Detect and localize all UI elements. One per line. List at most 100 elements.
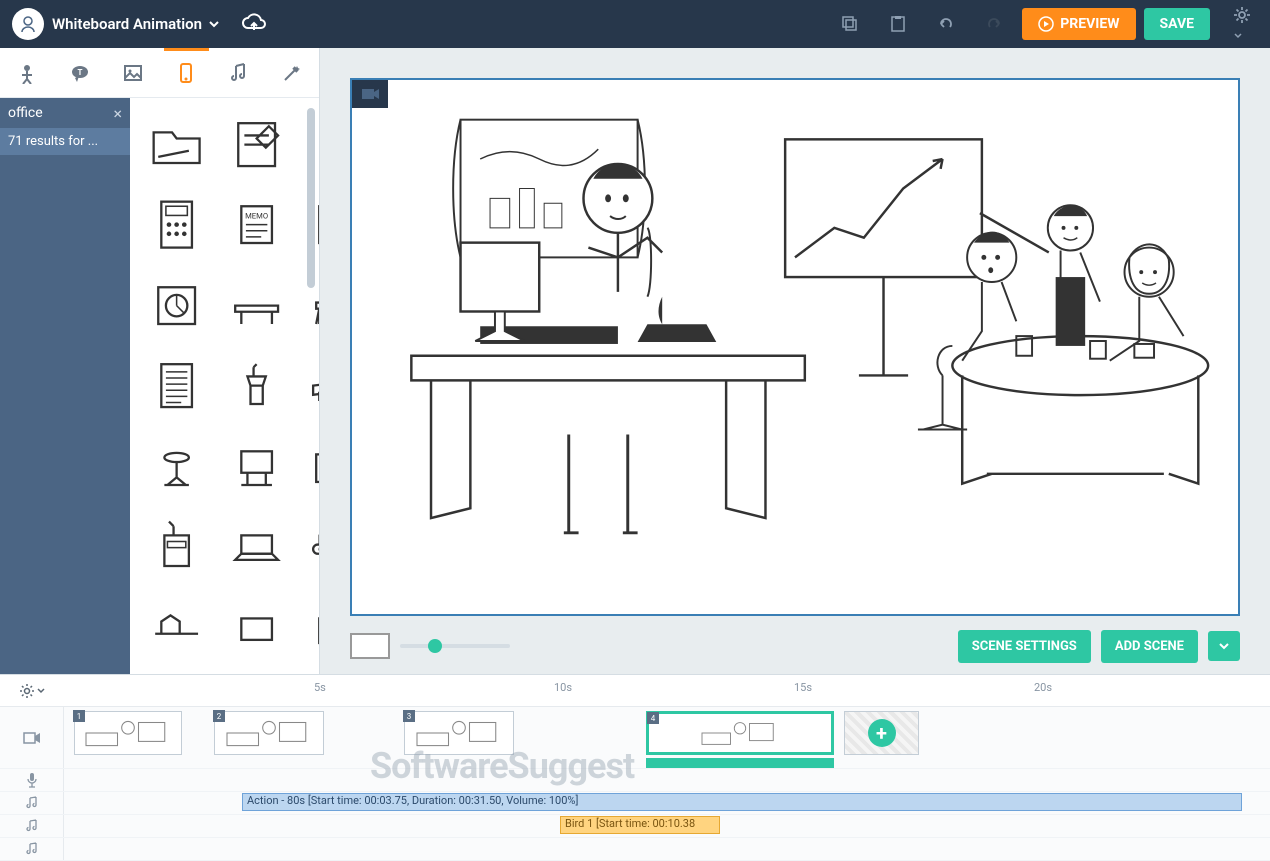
zoom-slider[interactable] [400, 644, 510, 648]
add-scene-button[interactable]: ADD SCENE [1101, 630, 1198, 663]
project-title-text: Whiteboard Animation [52, 15, 202, 33]
canvas[interactable] [350, 78, 1240, 616]
prop-office-chair[interactable] [138, 428, 215, 505]
ruler-tick: 15s [794, 681, 812, 694]
scene-number: 1 [73, 710, 85, 722]
save-button[interactable]: SAVE [1144, 8, 1211, 40]
preview-button[interactable]: PREVIEW [1022, 8, 1135, 40]
app-logo [12, 8, 44, 40]
tab-effects[interactable] [266, 48, 319, 97]
gear-icon [1232, 5, 1252, 25]
audio-clip-action[interactable]: Action - 80s [Start time: 00:03.75, Dura… [242, 793, 1242, 811]
prop-folder[interactable] [138, 106, 215, 183]
timeline-row-music-2: Bird 1 [Start time: 00:10.38 [0, 815, 1270, 838]
play-icon [1038, 16, 1054, 32]
prop-bench[interactable] [299, 348, 319, 425]
props-grid[interactable]: MEMO [130, 98, 319, 674]
redo-button[interactable] [974, 0, 1014, 48]
add-scene-dropdown[interactable] [1208, 631, 1240, 661]
tab-characters[interactable] [0, 48, 53, 97]
prop-misc-1[interactable] [138, 589, 215, 666]
app-header: Whiteboard Animation PREVIEW SAVE [0, 0, 1270, 48]
settings-button[interactable] [1226, 0, 1258, 50]
scene-number: 3 [403, 710, 415, 722]
props-scrollbar[interactable] [307, 108, 315, 288]
tool-tabs: T [0, 48, 319, 98]
project-title-dropdown[interactable]: Whiteboard Animation [52, 15, 220, 33]
timeline-row-voiceover [0, 769, 1270, 792]
scene-clip[interactable]: 2 [214, 711, 324, 755]
scene-artwork [352, 80, 1238, 592]
scene-number: 2 [213, 710, 225, 722]
scene-clip[interactable]: 3 [404, 711, 514, 755]
left-sidebar: T office × 71 results for ... [0, 48, 320, 674]
search-column: office × 71 results for ... [0, 98, 130, 674]
timeline-ruler[interactable]: 5s 10s 15s 20s [64, 675, 1270, 707]
chevron-down-icon [208, 18, 220, 30]
timeline-row-scenes: 1 2 3 4 + [0, 707, 1270, 769]
prop-conveyor[interactable] [299, 509, 319, 586]
tab-text[interactable]: T [53, 48, 106, 97]
add-scene-plus-icon[interactable]: + [868, 719, 896, 747]
ruler-tick: 5s [314, 681, 326, 694]
search-field[interactable]: office × [0, 98, 130, 128]
music-track-3[interactable] [64, 838, 1270, 860]
prop-document[interactable] [138, 348, 215, 425]
prop-memo[interactable]: MEMO [219, 187, 296, 264]
prop-tv-stand[interactable] [219, 428, 296, 505]
undo-button[interactable] [926, 0, 966, 48]
prop-laptop[interactable] [219, 509, 296, 586]
copy-button[interactable] [830, 0, 870, 48]
main-content: T office × 71 results for ... [0, 48, 1270, 674]
ruler-tick: 10s [554, 681, 572, 694]
music-track-1[interactable]: Action - 80s [Start time: 00:03.75, Dura… [64, 792, 1270, 814]
prop-calculator[interactable] [138, 187, 215, 264]
search-results-panel: office × 71 results for ... MEMO [0, 98, 319, 674]
prop-desk-small[interactable] [219, 267, 296, 344]
props-grid-wrapper: MEMO [130, 98, 319, 674]
results-count: 71 results for ... [0, 128, 130, 155]
gear-icon [19, 683, 35, 699]
add-scene-slot[interactable]: + [844, 711, 919, 755]
timeline: 5s 10s 15s 20s 1 2 3 4 + Action - 80s [Start… [0, 674, 1270, 859]
audio-clip-bird[interactable]: Bird 1 [Start time: 00:10.38 [560, 816, 720, 834]
timeline-rows: 1 2 3 4 + Action - 80s [Start time: 00:03.75… [0, 707, 1270, 861]
search-query-text: office [8, 105, 43, 121]
prop-piechart[interactable] [138, 267, 215, 344]
music-track-icon [0, 815, 64, 837]
prop-misc-2[interactable] [219, 589, 296, 666]
prop-speaker-podium[interactable] [138, 509, 215, 586]
music-track-2[interactable]: Bird 1 [Start time: 00:10.38 [64, 815, 1270, 837]
scene-clip[interactable]: 4 [646, 711, 834, 755]
ruler-tick: 20s [1034, 681, 1052, 694]
tab-music[interactable] [213, 48, 266, 97]
canvas-toolbar: SCENE SETTINGS ADD SCENE [350, 626, 1240, 666]
svg-text:MEMO: MEMO [245, 212, 268, 221]
prop-podium[interactable] [219, 348, 296, 425]
timeline-header: 5s 10s 15s 20s [0, 675, 1270, 707]
canvas-area: SCENE SETTINGS ADD SCENE [320, 48, 1270, 674]
tab-image[interactable] [106, 48, 159, 97]
scene-settings-button[interactable]: SCENE SETTINGS [958, 630, 1091, 663]
tab-props[interactable] [160, 48, 213, 97]
voiceover-track[interactable] [64, 769, 1270, 791]
cloud-upload-button[interactable] [240, 10, 268, 38]
prop-microwave[interactable] [299, 428, 319, 505]
music-track-icon [0, 792, 64, 814]
prop-misc-3[interactable] [299, 589, 319, 666]
zoom-handle[interactable] [428, 639, 442, 653]
timeline-row-music-1: Action - 80s [Start time: 00:03.75, Dura… [0, 792, 1270, 815]
mic-track-icon [0, 769, 64, 791]
paste-button[interactable] [878, 0, 918, 48]
svg-text:T: T [77, 68, 82, 77]
scene-clip[interactable]: 1 [74, 711, 182, 755]
canvas-thumbnail-toggle[interactable] [350, 633, 390, 659]
scenes-track[interactable]: 1 2 3 4 + [64, 707, 1270, 768]
video-track-icon [0, 707, 64, 768]
chevron-down-icon [1218, 640, 1230, 652]
prop-notepad[interactable] [219, 106, 296, 183]
timeline-row-music-3 [0, 838, 1270, 861]
timeline-settings-button[interactable] [0, 683, 64, 699]
music-track-icon [0, 838, 64, 860]
clear-search-icon[interactable]: × [113, 104, 122, 123]
